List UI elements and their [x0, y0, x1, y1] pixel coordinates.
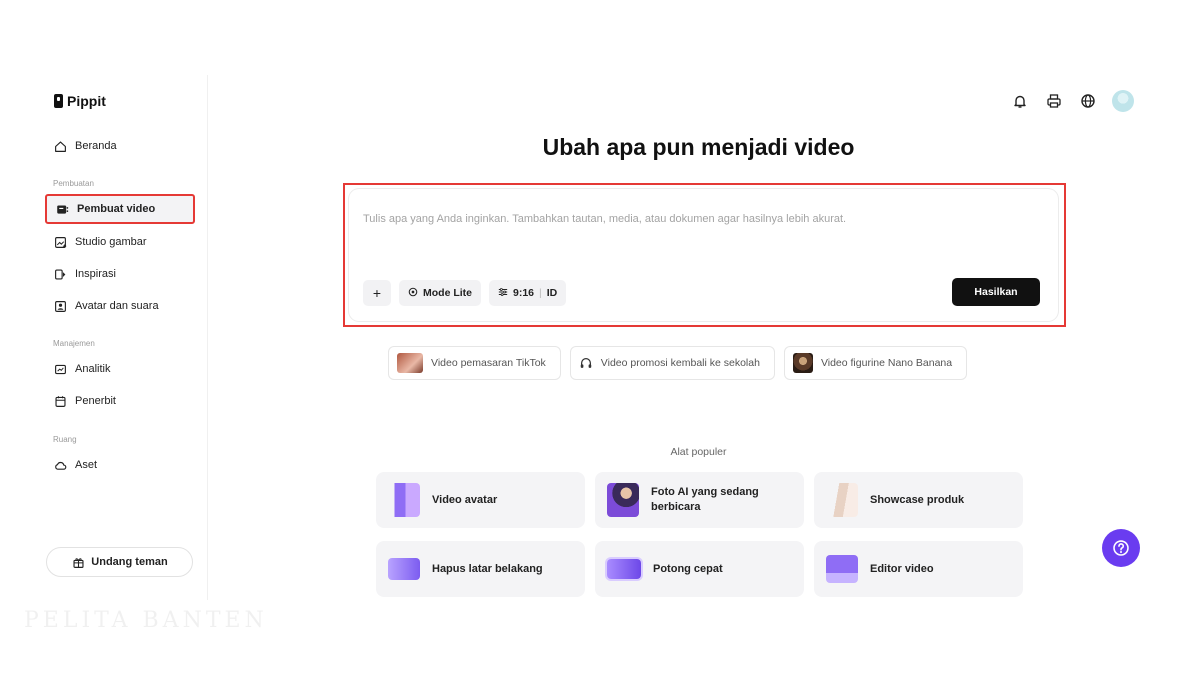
bell-icon[interactable]	[1010, 91, 1030, 111]
talking-photo-thumbnail	[607, 483, 639, 517]
tiktok-marketing-thumbnail	[397, 353, 423, 373]
video-avatar-thumbnail	[388, 483, 420, 517]
prompt-toolbar: + Mode Lite 9:16 | ID	[363, 280, 567, 306]
header-actions	[1010, 90, 1134, 112]
tool-label: Foto AI yang sedang berbicara	[651, 486, 759, 513]
avatar-voice-icon	[53, 299, 67, 313]
add-label: +	[372, 285, 382, 301]
analytics-icon	[53, 362, 67, 376]
popular-tools-grid: Video avatar Foto AI yang sedang berbica…	[376, 472, 1023, 597]
language-label: ID	[546, 287, 558, 299]
sidebar-item-label: Analitik	[75, 363, 111, 375]
image-studio-icon	[53, 235, 67, 249]
pippit-logo-icon	[54, 94, 63, 108]
sidebar-item-label: Inspirasi	[75, 268, 116, 280]
tool-label: Hapus latar belakang	[432, 562, 543, 575]
quick-cut-thumbnail	[607, 559, 641, 579]
tool-card-product-showcase[interactable]: Showcase produk	[814, 472, 1023, 528]
tool-card-talking-photo[interactable]: Foto AI yang sedang berbicara	[595, 472, 804, 528]
help-button[interactable]	[1102, 529, 1140, 567]
section-label-creation: Pembuatan	[53, 179, 94, 188]
printer-icon[interactable]	[1044, 91, 1064, 111]
tool-card-video-avatar[interactable]: Video avatar	[376, 472, 585, 528]
headphones-icon	[579, 356, 593, 370]
sidebar-item-label: Studio gambar	[75, 236, 147, 248]
prompt-input-area[interactable]: Tulis apa yang Anda inginkan. Tambahkan …	[349, 189, 1058, 321]
suggestion-label: Video pemasaran TikTok	[431, 357, 546, 369]
settings-icon	[498, 287, 508, 300]
section-label-space: Ruang	[53, 435, 77, 444]
globe-icon[interactable]	[1078, 91, 1098, 111]
sidebar-item-video-maker[interactable]: Pembuat video	[45, 194, 195, 224]
tool-label: Editor video	[870, 562, 934, 575]
sidebar-item-analytics[interactable]: Analitik	[45, 354, 195, 384]
aspect-ratio-label: 9:16	[513, 287, 535, 299]
suggestion-label: Video figurine Nano Banana	[820, 357, 953, 369]
sidebar-item-avatar-voice[interactable]: Avatar dan suara	[45, 291, 195, 321]
invite-friends-label: Undang teman	[91, 556, 168, 568]
suggestion-label: Video promosi kembali ke sekolah	[600, 357, 760, 369]
avatar[interactable]	[1112, 90, 1134, 112]
section-label-management: Manajemen	[53, 339, 95, 348]
suggestion-chip[interactable]: Video promosi kembali ke sekolah	[569, 346, 775, 380]
tool-card-remove-background[interactable]: Hapus latar belakang	[376, 541, 585, 597]
tool-card-video-editor[interactable]: Editor video	[814, 541, 1023, 597]
mode-select[interactable]: Mode Lite	[399, 280, 481, 306]
sidebar-item-publisher[interactable]: Penerbit	[45, 386, 195, 416]
popular-tools-heading: Alat populer	[670, 446, 727, 458]
tool-card-quick-cut[interactable]: Potong cepat	[595, 541, 804, 597]
sidebar-item-label: Aset	[75, 459, 98, 471]
page-title: Ubah apa pun menjadi video	[542, 134, 855, 160]
pippit-logo[interactable]: Pippit	[54, 93, 106, 109]
mode-icon	[408, 287, 418, 300]
publisher-icon	[53, 394, 67, 408]
mode-label: Mode Lite	[423, 287, 472, 299]
figurine-thumbnail	[792, 353, 813, 373]
invite-friends-button[interactable]: Undang teman	[46, 547, 193, 577]
sidebar-item-label: Pembuat video	[77, 203, 156, 215]
suggestion-chip[interactable]: Video pemasaran TikTok	[388, 346, 561, 380]
cloud-icon	[53, 458, 67, 472]
add-attachment-button[interactable]: +	[363, 280, 391, 306]
watermark: PELITA BANTEN	[24, 608, 268, 633]
suggestion-chips: Video pemasaran TikTok Video promosi kem…	[388, 346, 968, 380]
generate-button[interactable]: Hasilkan	[952, 278, 1040, 306]
gift-icon	[71, 555, 85, 569]
prompt-box: Tulis apa yang Anda inginkan. Tambahkan …	[343, 183, 1066, 327]
separator: |	[539, 287, 542, 299]
suggestion-chip[interactable]: Video figurine Nano Banana	[783, 346, 968, 380]
brand-name: Pippit	[67, 93, 106, 109]
help-icon	[1112, 539, 1130, 557]
product-showcase-thumbnail	[826, 483, 858, 517]
sidebar-item-label: Penerbit	[75, 395, 116, 407]
tool-label: Showcase produk	[870, 493, 965, 506]
video-maker-icon	[55, 202, 69, 216]
sidebar-item-label: Avatar dan suara	[75, 300, 159, 312]
ratio-language-select[interactable]: 9:16 | ID	[489, 280, 567, 306]
inspiration-icon	[53, 267, 67, 281]
sidebar-item-inspiration[interactable]: Inspirasi	[45, 259, 195, 289]
video-editor-thumbnail	[826, 555, 858, 583]
remove-background-thumbnail	[388, 558, 420, 580]
sidebar-item-image-studio[interactable]: Studio gambar	[45, 227, 195, 257]
tool-label: Potong cepat	[653, 562, 723, 575]
prompt-input[interactable]: Tulis apa yang Anda inginkan. Tambahkan …	[363, 213, 846, 225]
tool-label: Video avatar	[432, 493, 498, 506]
